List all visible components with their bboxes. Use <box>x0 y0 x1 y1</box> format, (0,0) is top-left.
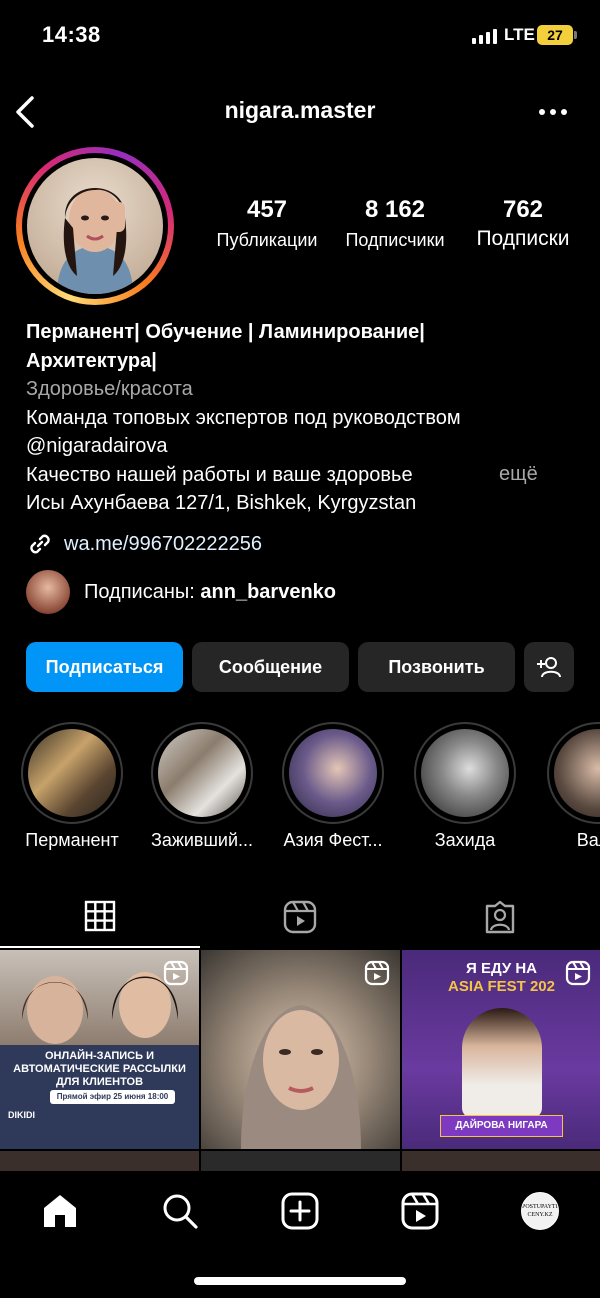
post1-logo: DIKIDI <box>8 1110 35 1120</box>
post-thumbnail-1[interactable]: ОНЛАЙН-ЗАПИСЬ И АВТОМАТИЧЕСКИЕ РАССЫЛКИ … <box>0 950 199 1149</box>
tab-reels[interactable] <box>200 886 400 948</box>
status-bar: 14:38 LTE 27 <box>0 0 600 70</box>
reel-badge-icon <box>565 960 591 986</box>
more-options-icon[interactable] <box>536 100 570 124</box>
post-thumbnail-3[interactable]: Я ЕДУ НА ASIA FEST 202 ДАЙРОВА НИГАРА <box>402 950 600 1149</box>
followed-by-prefix: Подписаны: <box>84 580 195 603</box>
highlight-label: Захида <box>434 830 496 850</box>
tab-grid[interactable] <box>0 886 200 948</box>
post1-subtitle: Прямой эфир 25 июня 18:00 <box>50 1090 175 1104</box>
post-thumbnail-4[interactable] <box>0 1151 199 1171</box>
stat-posts-value: 457 <box>246 196 288 223</box>
home-icon[interactable] <box>40 1191 80 1231</box>
bio-category[interactable]: Здоровье/красота <box>26 375 586 404</box>
highlight-label: Вале <box>576 830 600 850</box>
link-icon <box>30 534 50 554</box>
bio-link[interactable]: wa.me/996702222256 <box>26 530 262 558</box>
stat-followers-value: 8 162 <box>364 196 426 223</box>
profile-nav-avatar[interactable]: POSTUPAYTE CENY.KZ <box>520 1191 560 1231</box>
signal-icon <box>472 28 497 44</box>
create-post-icon[interactable] <box>280 1191 320 1231</box>
bio-name-line2: Архитектура| <box>26 349 157 372</box>
search-icon[interactable] <box>160 1191 200 1231</box>
follow-button[interactable]: Подписаться <box>26 642 183 692</box>
reels-nav-icon[interactable] <box>400 1191 440 1231</box>
reels-icon <box>283 900 317 934</box>
highlight-4[interactable]: Захида <box>413 722 517 851</box>
network-label: LTE <box>504 25 535 44</box>
stat-posts-label: Публикации <box>216 230 318 250</box>
reel-badge-icon <box>364 960 390 986</box>
bio-address[interactable]: Исы Ахунбаева 127/1, Bishkek, Kyrgyzstan <box>26 489 586 518</box>
followed-by-user[interactable]: ann_barvenko <box>200 581 336 603</box>
post3-name: ДАЙРОВА НИГАРА <box>440 1115 563 1137</box>
post1-title: ОНЛАЙН-ЗАПИСЬ И АВТОМАТИЧЕСКИЕ РАССЫЛКИ … <box>13 1050 186 1088</box>
followed-by-avatar <box>26 570 70 614</box>
post3-person <box>462 1008 542 1118</box>
highlight-1[interactable]: Перманент <box>20 722 124 851</box>
highlight-label: Азия Фест... <box>283 830 383 850</box>
profile-avatar[interactable] <box>16 147 174 305</box>
profile-nav-text: POSTUPAYTE CENY.KZ <box>521 1192 559 1230</box>
profile-username: nigara.master <box>224 97 376 123</box>
stat-following-label: Подписки <box>476 227 570 250</box>
followed-by[interactable]: Подписаны: ann_barvenko <box>26 570 336 614</box>
reel-badge-icon <box>163 960 189 986</box>
highlight-label: Заживший... <box>150 830 254 850</box>
stat-posts[interactable]: 457 Публикации <box>207 196 327 251</box>
bio-mention[interactable]: @nigaradairova <box>26 432 586 461</box>
post-thumbnail-6[interactable] <box>402 1151 600 1171</box>
status-time: 14:38 <box>42 22 101 47</box>
post-thumbnail-5[interactable] <box>201 1151 400 1171</box>
highlight-label: Перманент <box>25 830 119 850</box>
tab-tagged[interactable] <box>400 886 600 948</box>
bio-name-line1: Перманент| Обучение | Ламинирование| <box>26 321 425 343</box>
tagged-icon <box>485 900 515 934</box>
stat-following[interactable]: 762 Подписки <box>467 196 579 251</box>
stat-following-value: 762 <box>502 196 544 223</box>
bio-line1: Команда топовых экспертов под руководств… <box>26 406 461 429</box>
stat-followers-label: Подписчики <box>345 230 445 250</box>
home-indicator <box>194 1277 406 1285</box>
call-button[interactable]: Позвонить <box>358 642 515 692</box>
highlight-5[interactable]: Вале <box>546 722 600 851</box>
bio-link-text[interactable]: wa.me/996702222256 <box>64 533 262 556</box>
battery-icon: 27 <box>537 25 577 45</box>
stat-followers[interactable]: 8 162 Подписчики <box>337 196 453 251</box>
highlight-3[interactable]: Азия Фест... <box>281 722 385 851</box>
grid-icon <box>84 900 116 932</box>
message-button[interactable]: Сообщение <box>192 642 349 692</box>
add-person-icon[interactable] <box>524 642 574 692</box>
post-thumbnail-2[interactable] <box>201 950 400 1149</box>
bio-more-link[interactable]: ещё <box>499 460 538 489</box>
profile-tabs <box>0 886 600 948</box>
highlight-2[interactable]: Заживший... <box>150 722 254 851</box>
profile-bio: Перманент| Обучение | Ламинирование| Арх… <box>26 318 586 518</box>
